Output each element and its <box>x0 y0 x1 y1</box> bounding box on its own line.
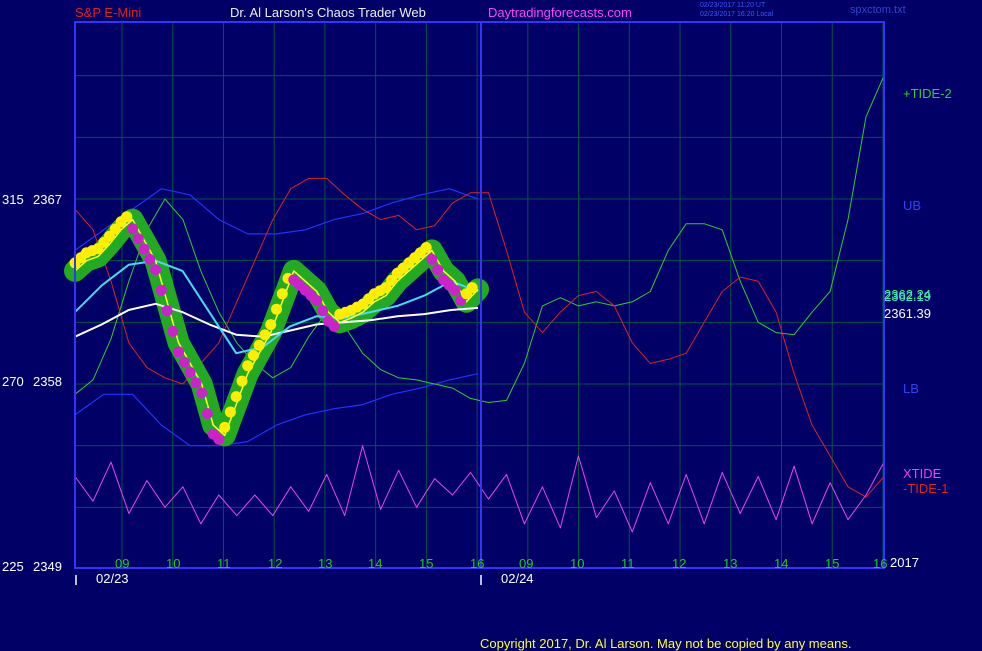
cold-dot <box>150 264 162 276</box>
date-label-1: 02/23 <box>96 571 129 586</box>
hot-dot <box>219 421 231 433</box>
year-label: 2017 <box>890 555 919 570</box>
tide2-label: +TIDE-2 <box>903 86 952 101</box>
hot-dot <box>271 303 282 315</box>
timestamp-ut: 02/23/2017 11:20 UT <box>700 2 766 9</box>
x-hour-16a: 16 <box>470 556 485 571</box>
hot-dot <box>121 211 133 223</box>
x-hour-11b: 11 <box>621 556 635 571</box>
y-right-mid: 2358 <box>33 374 62 389</box>
hot-dot <box>236 375 248 387</box>
cold-dot <box>432 264 444 276</box>
x-hour-14b: 14 <box>774 556 789 571</box>
timestamp-local: 02/23/2017 16:20 Local <box>700 11 774 18</box>
cold-dot <box>132 233 144 245</box>
cold-dot <box>317 305 329 317</box>
cold-dot <box>328 320 340 332</box>
cold-dot <box>144 253 156 265</box>
cold-dot <box>178 356 190 368</box>
x-hour-14a: 14 <box>368 556 383 571</box>
cold-dot <box>213 433 225 445</box>
y-left-bottom: 225 <box>2 559 24 574</box>
cold-dot <box>311 295 323 306</box>
x-hour-12b: 12 <box>672 556 687 571</box>
cold-dot <box>138 243 150 255</box>
tide1-label: -TIDE-1 <box>903 481 949 496</box>
price-readout-2: 2362.19 <box>884 289 931 304</box>
x-hour-13a: 13 <box>318 556 333 571</box>
copyright: Copyright 2017, Dr. Al Larson. May not b… <box>480 636 852 651</box>
cold-dot <box>173 346 185 358</box>
author-title: Dr. Al Larson's Chaos Trader Web <box>230 5 426 20</box>
lb-label: LB <box>903 381 919 396</box>
cold-dot <box>167 325 179 337</box>
hot-dot <box>276 288 288 300</box>
hot-dot <box>253 339 265 351</box>
cold-dot <box>449 284 461 296</box>
hot-dot <box>265 319 277 331</box>
cold-dot <box>190 377 202 389</box>
hot-dot <box>259 329 271 341</box>
x-hour-15b: 15 <box>825 556 840 571</box>
cold-dot <box>426 253 438 265</box>
chart-background <box>0 0 982 650</box>
x-hour-09a: 09 <box>115 556 130 571</box>
xtide-label: XTIDE <box>903 466 942 481</box>
hot-dot <box>420 242 432 253</box>
file-label: spxctom.txt <box>850 4 906 16</box>
x-hour-15a: 15 <box>419 556 434 571</box>
hot-dot <box>224 406 236 418</box>
hot-dot <box>242 360 254 372</box>
site-link[interactable]: Daytradingforecasts.com <box>488 5 632 20</box>
x-hour-13b: 13 <box>723 556 738 571</box>
y-right-top: 2367 <box>33 192 62 207</box>
y-left-top: 315 <box>2 192 24 207</box>
x-hour-10b: 10 <box>570 556 585 571</box>
cold-dot <box>184 366 196 378</box>
cold-dot <box>196 387 208 399</box>
y-right-bottom: 2349 <box>33 559 62 574</box>
chart-svg <box>0 0 982 650</box>
y-left-mid: 270 <box>2 374 24 389</box>
hot-dot <box>230 391 242 403</box>
cold-dot <box>201 408 213 420</box>
symbol-title: S&P E-Mini <box>75 5 142 20</box>
x-hour-10a: 10 <box>166 556 181 571</box>
x-hour-16b: 16 <box>873 556 888 571</box>
cold-dot <box>155 284 167 296</box>
ub-label: UB <box>903 198 922 213</box>
price-readout-3: 2361.39 <box>884 306 931 321</box>
x-hour-12a: 12 <box>268 556 283 571</box>
cold-dot <box>127 223 139 235</box>
x-hour-11a: 11 <box>217 556 231 571</box>
date-label-2: 02/24 <box>501 571 534 586</box>
x-hour-09b: 09 <box>519 556 534 571</box>
cold-dot <box>161 305 173 317</box>
hot-dot <box>248 349 259 361</box>
hot-dot <box>466 282 478 294</box>
